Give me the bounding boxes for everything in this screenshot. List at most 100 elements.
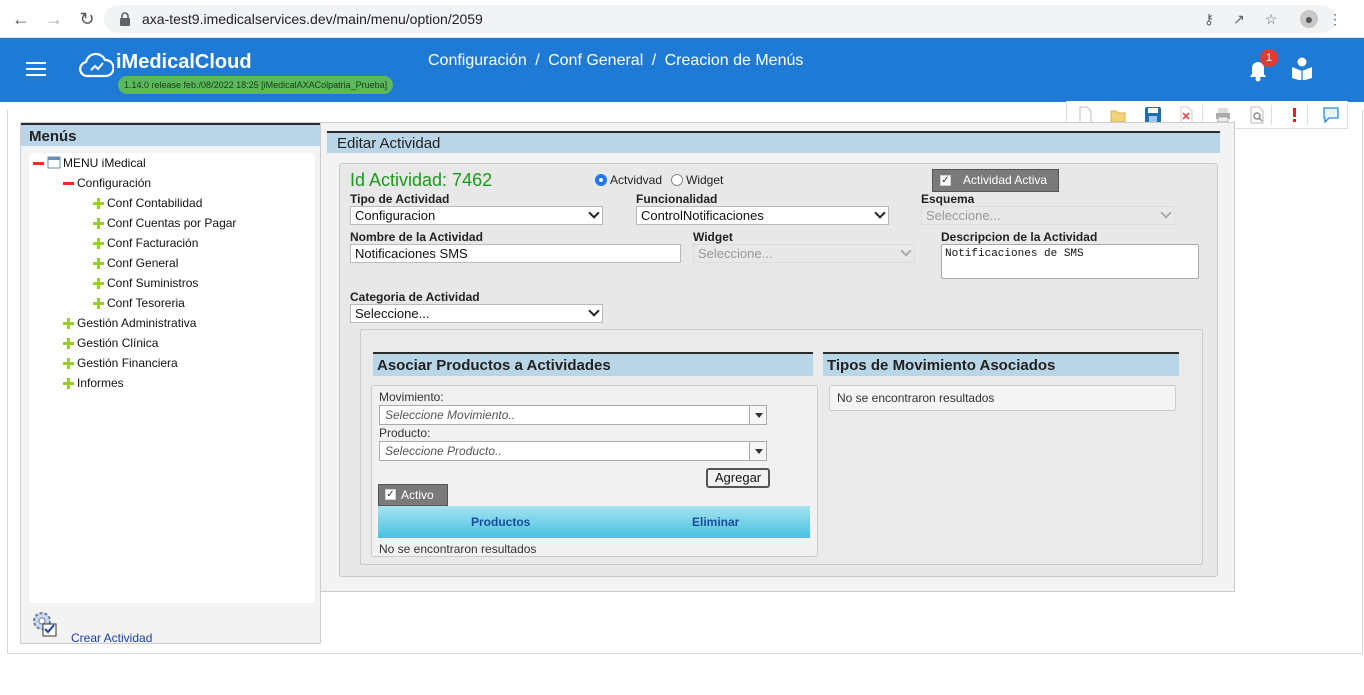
movimiento-combo[interactable]: Seleccione Movimiento.. xyxy=(379,405,767,425)
gear-check-icon[interactable] xyxy=(29,607,61,639)
share-icon[interactable]: ↗ xyxy=(1230,10,1248,28)
cloud-logo-icon xyxy=(79,52,114,78)
key-icon[interactable]: ⚷ xyxy=(1200,10,1218,28)
tree-item-label: Configuración xyxy=(77,176,152,190)
associations-area: Asociar Productos a Actividades Movimien… xyxy=(360,329,1203,565)
widget-select: Seleccione... xyxy=(693,244,915,263)
categoria-select[interactable]: Seleccione... xyxy=(350,304,603,323)
producto-label: Producto: xyxy=(379,426,431,440)
expand-icon[interactable] xyxy=(93,278,104,290)
productos-empty-message: No se encontraron resultados xyxy=(379,542,537,556)
reload-icon[interactable]: ↻ xyxy=(76,8,98,30)
address-bar[interactable]: axa-test9.imedicalservices.dev/main/menu… xyxy=(104,5,1342,33)
tree-item-conf-suministros[interactable]: Conf Suministros xyxy=(93,273,198,293)
tree-item-conf-contabilidad[interactable]: Conf Contabilidad xyxy=(93,193,202,213)
expand-icon[interactable] xyxy=(63,358,74,370)
expand-icon[interactable] xyxy=(63,338,74,350)
calendar-icon xyxy=(47,156,61,169)
radio-empty-icon[interactable] xyxy=(671,174,683,186)
movimientos-grid: No se encontraron resultados xyxy=(829,385,1176,411)
tree-item-label: Conf Facturación xyxy=(107,236,199,250)
tree-item-label: Conf Cuentas por Pagar xyxy=(107,216,237,230)
breadcrumb-separator: / xyxy=(651,52,657,69)
tree-item-gestion-administrativa[interactable]: Gestión Administrativa xyxy=(63,313,196,333)
app-header: iMedicalCloud 1.14.0 release feb./08/202… xyxy=(0,38,1364,102)
back-icon[interactable]: ← xyxy=(10,8,32,30)
tree-root[interactable]: MENU iMedical xyxy=(33,153,146,173)
movimiento-label: Movimiento: xyxy=(379,390,444,404)
nombre-input[interactable]: Notificaciones SMS xyxy=(350,244,681,263)
radio-label: Widget xyxy=(686,173,724,187)
agregar-button[interactable]: Agregar xyxy=(706,468,770,488)
radio-widget[interactable]: Widget xyxy=(671,173,723,187)
esquema-select: Seleccione... xyxy=(921,206,1175,225)
productos-grid-header: Productos Eliminar xyxy=(378,506,810,538)
create-activity-link[interactable]: Crear Actividad xyxy=(71,631,152,645)
comment-icon[interactable] xyxy=(1322,106,1340,124)
tree-item-conf-tesoreria[interactable]: Conf Tesoreria xyxy=(93,293,185,313)
nombre-label: Nombre de la Actividad xyxy=(350,230,483,244)
checkbox-checked-icon[interactable]: ✓ xyxy=(385,489,396,500)
descripcion-textarea[interactable]: Notificaciones de SMS xyxy=(941,244,1199,279)
tipo-select[interactable]: Configuracion xyxy=(350,206,603,225)
profile-icon[interactable]: ● xyxy=(1300,10,1318,28)
expand-icon[interactable] xyxy=(93,298,104,310)
star-icon[interactable]: ☆ xyxy=(1262,10,1280,28)
producto-combo[interactable]: Seleccione Producto.. xyxy=(379,441,767,461)
version-badge: 1.14.0 release feb./08/2022 18:25 [iMedi… xyxy=(118,76,394,94)
dropdown-arrow-icon[interactable] xyxy=(749,406,766,424)
checkbox-checked-icon[interactable]: ✓ xyxy=(940,175,951,186)
tree-item-label: Informes xyxy=(77,376,124,390)
tree-item-conf-facturacion[interactable]: Conf Facturación xyxy=(93,233,198,253)
collapse-icon[interactable] xyxy=(63,182,74,186)
expand-icon[interactable] xyxy=(63,378,74,390)
edit-activity-panel: Editar Actividad Id Actividad: 7462 Actv… xyxy=(320,122,1235,592)
funcionalidad-select[interactable]: ControlNotificaciones xyxy=(636,206,889,225)
combo-placeholder: Seleccione Producto.. xyxy=(385,444,502,458)
app-name: iMedicalCloud xyxy=(116,51,252,73)
user-book-icon[interactable] xyxy=(1291,56,1313,80)
tipo-label: Tipo de Actividad xyxy=(350,192,450,206)
breadcrumb-item[interactable]: Conf General xyxy=(548,52,643,69)
create-activity-row[interactable]: Crear Actividad xyxy=(29,607,152,645)
tree-item-gestion-clinica[interactable]: Gestión Clínica xyxy=(63,333,158,353)
chevron-down-icon xyxy=(900,245,912,257)
tree-root-label: MENU iMedical xyxy=(63,156,146,170)
column-header-eliminar[interactable]: Eliminar xyxy=(692,515,739,529)
descripcion-label: Descripcion de la Actividad xyxy=(941,230,1098,244)
tree-item-informes[interactable]: Informes xyxy=(63,373,124,393)
more-menu-icon[interactable]: ⋮ xyxy=(1326,10,1344,28)
activity-active-toggle[interactable]: ✓ Actividad Activa xyxy=(932,169,1059,192)
expand-icon[interactable] xyxy=(93,258,104,270)
forward-icon[interactable]: → xyxy=(43,8,65,30)
productos-section-title: Asociar Productos a Actividades xyxy=(373,352,813,376)
expand-icon[interactable] xyxy=(93,218,104,230)
menu-sidebar: Menús MENU iMedical Configuración Conf C… xyxy=(20,122,321,645)
expand-icon[interactable] xyxy=(93,238,104,250)
column-header-productos[interactable]: Productos xyxy=(471,515,530,529)
tree-item-label: Conf Tesoreria xyxy=(107,296,185,310)
funcionalidad-label: Funcionalidad xyxy=(636,192,718,206)
tree-item-conf-general[interactable]: Conf General xyxy=(93,253,178,273)
menu-tree: MENU iMedical Configuración Conf Contabi… xyxy=(29,153,315,603)
widget-label: Widget xyxy=(693,230,733,244)
dropdown-arrow-icon[interactable] xyxy=(749,442,766,460)
radio-actividad[interactable]: Actvidvad xyxy=(595,173,662,187)
alert-icon[interactable] xyxy=(1285,106,1303,124)
breadcrumb-item[interactable]: Configuración xyxy=(428,52,527,69)
collapse-icon[interactable] xyxy=(33,162,44,166)
expand-icon[interactable] xyxy=(63,318,74,330)
movimientos-empty-message: No se encontraron resultados xyxy=(837,391,995,405)
tree-item-gestion-financiera[interactable]: Gestión Financiera xyxy=(63,353,178,373)
radio-selected-icon[interactable] xyxy=(595,174,607,186)
section-title: Editar Actividad xyxy=(327,131,1220,153)
breadcrumb-separator: / xyxy=(535,52,540,69)
hamburger-menu-icon[interactable] xyxy=(26,62,46,78)
tree-item-conf-cuentas[interactable]: Conf Cuentas por Pagar xyxy=(93,213,236,233)
tree-item-label: Conf Suministros xyxy=(107,276,199,290)
tree-item-configuracion[interactable]: Configuración xyxy=(63,173,151,193)
activity-id-title: Id Actividad: 7462 xyxy=(350,170,493,190)
expand-icon[interactable] xyxy=(93,198,104,210)
activo-toggle[interactable]: ✓ Activo xyxy=(378,484,448,506)
search-icon[interactable] xyxy=(1248,106,1266,124)
